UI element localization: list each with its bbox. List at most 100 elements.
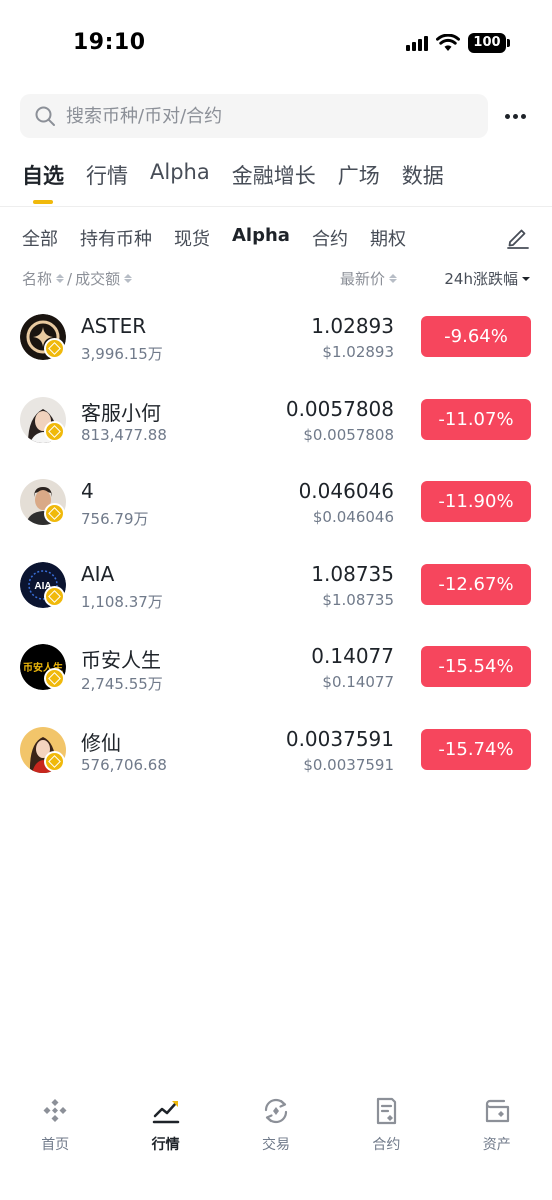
subtab-alpha[interactable]: Alpha: [232, 225, 290, 251]
coin-price: 1.08735: [311, 561, 394, 586]
change-badge[interactable]: -12.67%: [421, 563, 531, 605]
coin-name: 客服小何: [81, 400, 161, 425]
coin-price-usd: $1.08735: [322, 590, 394, 609]
battery-icon: 100: [468, 33, 510, 53]
more-menu-button[interactable]: [500, 106, 530, 126]
nav-trade[interactable]: 交易: [221, 1088, 331, 1200]
column-name-label: 名称: [22, 270, 53, 288]
coin-volume: 756.79万: [81, 510, 149, 528]
coin-price-usd: $0.0057808: [303, 425, 394, 444]
tab-markets[interactable]: 行情: [86, 160, 128, 204]
nav-trade-label: 交易: [261, 1137, 290, 1153]
status-time: 19:10: [73, 30, 146, 55]
subtab-all[interactable]: 全部: [22, 225, 58, 251]
subtab-options[interactable]: 期权: [370, 225, 406, 251]
coin-volume: 813,477.88: [81, 425, 167, 444]
coin-volume: 2,745.55万: [81, 675, 163, 693]
coin-row[interactable]: 客服小何 813,477.88 0.0057808 $0.0057808 -11…: [0, 379, 552, 462]
change-badge[interactable]: -11.90%: [421, 481, 531, 522]
coin-name: AIA: [81, 561, 115, 586]
bnb-chain-badge-icon: [44, 668, 65, 689]
nav-markets[interactable]: 行情: [110, 1088, 220, 1200]
more-dot-icon: [512, 113, 518, 119]
coin-price-usd: $0.14077: [322, 673, 394, 691]
coin-price: 0.0057808: [285, 396, 394, 421]
search-bar[interactable]: [20, 94, 488, 138]
sort-desc-icon: [522, 276, 530, 281]
tab-data[interactable]: 数据: [402, 160, 444, 204]
subtab-futures[interactable]: 合约: [312, 225, 348, 251]
nav-futures[interactable]: 合约: [331, 1088, 441, 1200]
coin-name: ASTER: [81, 314, 147, 338]
tab-favorites[interactable]: 自选: [22, 160, 64, 204]
coin-row[interactable]: 币安人生 币安人生 2,745.55万 0.14077 $0.14077 -15…: [0, 626, 552, 709]
bnb-chain-badge-icon: [44, 338, 65, 359]
change-badge[interactable]: -15.74%: [421, 728, 531, 770]
wifi-icon: [436, 34, 460, 52]
tab-square[interactable]: 广场: [338, 160, 380, 204]
futures-icon: [377, 1097, 397, 1125]
coin-row[interactable]: AIA AIA 1,108.37万 1.08735 $1.08735 -12.6…: [0, 544, 552, 627]
tab-alpha[interactable]: Alpha: [150, 160, 210, 204]
subtab-holdings[interactable]: 持有币种: [80, 225, 152, 251]
column-change-label: 24h涨跌幅: [444, 270, 518, 288]
column-separator: /: [67, 269, 73, 288]
more-dot-icon: [520, 113, 526, 119]
more-dot-icon: [504, 113, 510, 119]
bnb-chain-badge-icon: [44, 750, 65, 772]
coin-price-usd: $0.0037591: [303, 755, 394, 774]
trade-icon: [264, 1098, 288, 1124]
signal-icon: [406, 35, 428, 51]
nav-futures-label: 合约: [372, 1137, 401, 1153]
coin-price: 0.14077: [311, 644, 394, 668]
markets-icon: [152, 1101, 179, 1124]
change-badge[interactable]: -15.54%: [421, 646, 531, 687]
coin-row[interactable]: 修仙 576,706.68 0.0037591 $0.0037591 -15.7…: [0, 709, 552, 792]
coin-row[interactable]: ASTER 3,996.15万 1.02893 $1.02893 -9.64%: [0, 296, 552, 379]
sort-by-price[interactable]: 最新价: [340, 268, 397, 289]
nav-assets-label: 资产: [482, 1137, 511, 1153]
status-icons: 100: [406, 33, 510, 53]
subtab-spot[interactable]: 现货: [174, 225, 210, 251]
search-input[interactable]: [66, 105, 466, 127]
coin-row[interactable]: 4 756.79万 0.046046 $0.046046 -11.90%: [0, 461, 552, 544]
bnb-chain-badge-icon: [44, 420, 65, 442]
coin-list: ASTER 3,996.15万 1.02893 $1.02893 -9.64% …: [0, 296, 552, 791]
nav-home-label: 首页: [41, 1137, 70, 1153]
coin-name: 币安人生: [81, 648, 161, 672]
bnb-chain-badge-icon: [44, 503, 65, 524]
tab-finance-growth[interactable]: 金融增长: [232, 160, 316, 204]
bottom-nav: 首页 行情 交易 合约 资产: [0, 1088, 552, 1200]
search-icon: [35, 106, 55, 126]
status-bar: 19:10 100: [0, 0, 552, 90]
sort-by-name[interactable]: 名称 / 成交额: [22, 268, 133, 289]
coin-price-usd: $0.046046: [312, 508, 394, 526]
edit-icon: [507, 229, 529, 249]
sub-tabs: 全部 持有币种 现货 Alpha 合约 期权: [22, 225, 406, 251]
coin-price-usd: $1.02893: [322, 343, 394, 361]
column-headers: 名称 / 成交额 最新价 24h涨跌幅: [0, 266, 552, 290]
change-badge[interactable]: -11.07%: [421, 398, 531, 440]
coin-name: 4: [81, 479, 94, 503]
nav-markets-label: 行情: [151, 1137, 180, 1153]
coin-volume: 1,108.37万: [81, 592, 163, 611]
coin-volume: 576,706.68: [81, 755, 167, 774]
coin-volume: 3,996.15万: [81, 345, 163, 363]
bnb-chain-badge-icon: [44, 585, 65, 607]
main-tabs: 自选 行情 Alpha 金融增长 广场 数据: [22, 160, 444, 204]
coin-price: 0.0037591: [285, 726, 394, 751]
column-price-label: 最新价: [339, 270, 385, 288]
nav-home[interactable]: 首页: [0, 1088, 110, 1200]
coin-name: 修仙: [81, 730, 121, 755]
sort-icon: [56, 274, 65, 283]
coin-price: 1.02893: [311, 314, 394, 338]
sort-icon: [389, 274, 397, 283]
home-icon: [43, 1099, 67, 1122]
column-volume-label: 成交额: [75, 270, 121, 288]
sort-by-change[interactable]: 24h涨跌幅: [444, 268, 530, 289]
change-badge[interactable]: -9.64%: [421, 316, 531, 357]
edit-list-button[interactable]: [505, 224, 531, 250]
nav-assets[interactable]: 资产: [442, 1088, 552, 1200]
tabs-divider: [0, 206, 552, 207]
coin-price: 0.046046: [298, 479, 394, 503]
